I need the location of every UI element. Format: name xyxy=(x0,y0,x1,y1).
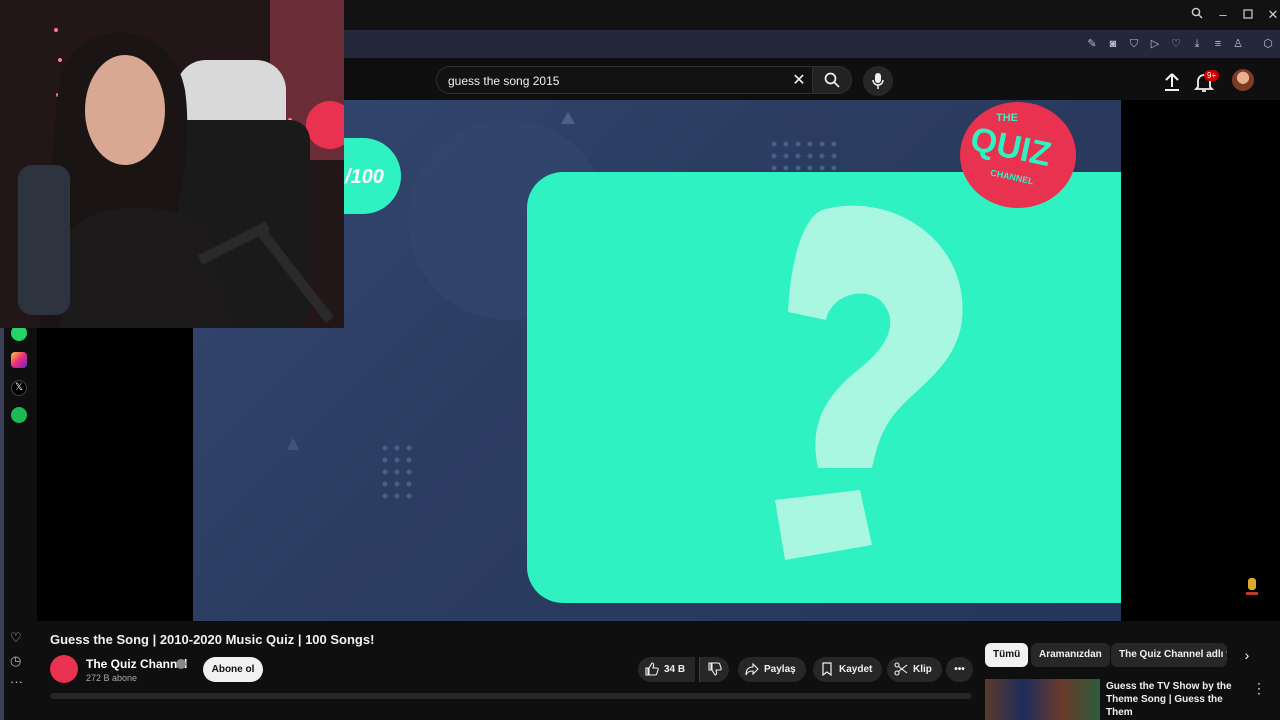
search-icon[interactable] xyxy=(1188,6,1206,24)
share-icon xyxy=(745,662,759,676)
spotify-icon[interactable] xyxy=(11,407,27,423)
scissors-icon xyxy=(894,662,908,676)
hand-icon xyxy=(1246,578,1258,595)
account-avatar[interactable] xyxy=(1232,69,1254,91)
clip-label: Klip xyxy=(913,664,932,675)
chevron-right-icon[interactable]: › xyxy=(1238,646,1256,664)
share-label: Paylaş xyxy=(764,664,796,675)
player-letterbox-right xyxy=(1121,100,1280,621)
menu-icon[interactable]: ≡ xyxy=(1210,36,1226,52)
webcam-overlay xyxy=(0,0,344,328)
share-button[interactable]: Paylaş xyxy=(738,657,806,682)
chip-from-search[interactable]: Aramanızdan xyxy=(1031,643,1110,667)
more-actions-button[interactable]: ••• xyxy=(946,657,973,682)
search-input[interactable]: guess the song 2015 xyxy=(448,74,559,88)
subscribe-button[interactable]: Abone ol xyxy=(203,657,263,682)
microphone-icon xyxy=(872,73,884,89)
notifications-badge: 9+ xyxy=(1204,70,1220,81)
voice-search-button[interactable] xyxy=(863,66,893,96)
verified-check-icon xyxy=(176,659,186,669)
decor-dots xyxy=(379,442,415,502)
channel-name[interactable]: The Quiz Channel xyxy=(86,657,187,671)
question-mark-icon xyxy=(775,205,963,560)
search-icon xyxy=(824,72,840,88)
minimize-icon[interactable]: – xyxy=(1214,6,1232,24)
clear-search-icon[interactable]: ✕ xyxy=(789,71,809,91)
sidebar-edge xyxy=(0,328,4,720)
video-title: Guess the Song | 2010-2020 Music Quiz | … xyxy=(50,632,375,647)
play-icon[interactable]: ▷ xyxy=(1147,36,1163,52)
description-preview[interactable] xyxy=(50,693,972,699)
more-vertical-icon[interactable]: ⋮ xyxy=(1252,680,1266,697)
favorites-heart-icon[interactable]: ♡ xyxy=(10,630,22,646)
channel-avatar[interactable] xyxy=(50,655,78,683)
x-twitter-icon[interactable]: 𝕏 xyxy=(11,380,27,396)
chip-all[interactable]: Tümü xyxy=(985,643,1029,667)
profile-icon[interactable]: ♙ xyxy=(1230,36,1246,52)
dislike-button[interactable] xyxy=(699,657,729,682)
decor-triangle xyxy=(561,112,575,124)
maximize-icon[interactable] xyxy=(1239,6,1257,24)
close-icon[interactable]: ✕ xyxy=(1264,6,1280,24)
like-count: 34 B xyxy=(664,664,686,675)
save-button[interactable]: Kaydet xyxy=(813,657,883,682)
search-box[interactable]: guess the song 2015 ✕ xyxy=(436,66,816,94)
search-button[interactable] xyxy=(812,66,852,94)
download-icon[interactable]: ⤓ xyxy=(1189,36,1205,52)
more-options-icon[interactable]: ··· xyxy=(10,674,23,689)
like-button[interactable]: 34 B xyxy=(638,657,696,682)
quiz-channel-logo: THE QUIZ CHANNEL xyxy=(960,102,1076,208)
bookmark-icon xyxy=(822,662,832,676)
logo-text-main: QUIZ xyxy=(967,119,1055,175)
player-letterbox-left xyxy=(37,328,193,621)
decor-triangle xyxy=(287,438,299,450)
camera-icon[interactable]: ◙ xyxy=(1105,36,1121,52)
clip-button[interactable]: Klip xyxy=(887,657,942,682)
thumbs-down-icon xyxy=(708,662,722,676)
logo-text-top: THE xyxy=(996,112,1018,124)
subscriber-count: 272 B abone xyxy=(86,673,138,683)
heart-icon[interactable]: ♡ xyxy=(1168,36,1184,52)
upload-icon[interactable] xyxy=(1160,70,1184,94)
recommendation-thumbnail[interactable] xyxy=(985,679,1100,720)
edit-icon[interactable]: ✎ xyxy=(1084,36,1100,52)
thumbs-up-icon xyxy=(645,662,659,676)
extension-icon[interactable]: ⬡ xyxy=(1260,36,1276,52)
score-text: /100 xyxy=(345,166,384,188)
browser-toolbar: ✎ ◙ ⛉ ▷ ♡ ⤓ ≡ ♙ ⬡ xyxy=(344,30,1280,58)
chip-channel[interactable]: The Quiz Channel adlı yü xyxy=(1111,643,1227,667)
recommendation-title[interactable]: Guess the TV Show by the Theme Song | Gu… xyxy=(1106,680,1246,719)
shield-icon[interactable]: ⛉ xyxy=(1126,36,1142,52)
save-label: Kaydet xyxy=(839,664,873,675)
instagram-icon[interactable] xyxy=(11,352,27,368)
webcam-scene xyxy=(0,0,344,328)
decor-dots xyxy=(768,138,840,174)
more-horizontal-icon: ••• xyxy=(954,664,965,675)
history-clock-icon[interactable]: ◷ xyxy=(10,653,21,669)
